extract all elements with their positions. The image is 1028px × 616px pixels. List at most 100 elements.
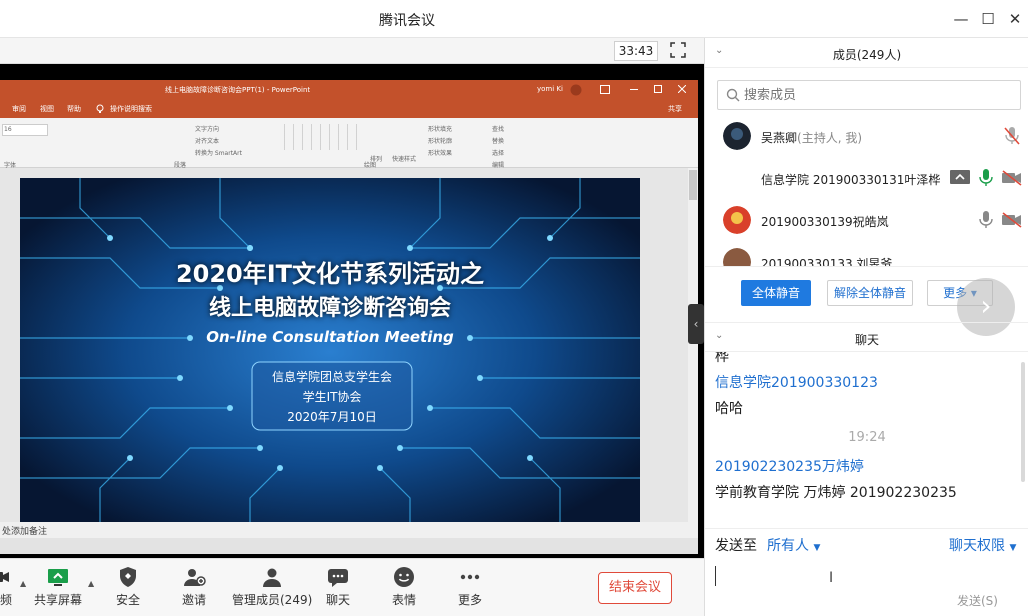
chat-input[interactable]: I 发送(S): [705, 558, 1028, 616]
end-meeting-button[interactable]: 结束会议: [598, 572, 672, 604]
chat-label: 聊天: [326, 593, 351, 607]
mute-all-button[interactable]: 全体静音: [741, 280, 811, 306]
ribbon-smartart: 转换为 SmartArt: [195, 150, 242, 157]
ppt-scroll-thumb[interactable]: [689, 170, 697, 200]
ppt-menu-bar: 审阅 视图 帮助 操作说明搜索 共享: [0, 100, 698, 118]
ppt-status-bar: [0, 538, 698, 554]
minimize-button[interactable]: —: [950, 8, 972, 30]
shapes-gallery: [284, 124, 364, 150]
ppt-share: 共享: [668, 105, 682, 113]
chat-messages: 桦 信息学院201900330123 哈哈 19:24 201902230235…: [705, 352, 1028, 528]
more-label: 更多: [458, 593, 483, 607]
chat-message: 学前教育学院 万炜婷 201902230235: [715, 485, 957, 501]
video-camera-icon: [0, 572, 9, 582]
mic-muted-icon[interactable]: [1003, 126, 1021, 146]
member-name: 吴燕卿: [761, 131, 798, 145]
circuit-background: [20, 178, 640, 526]
smiley-icon: [394, 567, 414, 587]
lightbulb-icon: [96, 104, 104, 113]
chat-send-options: 发送至 所有人 ▼ 聊天权限 ▼: [705, 528, 1028, 558]
camera-off-icon[interactable]: [1001, 170, 1023, 186]
dropdown-arrow-icon: ▼: [813, 543, 821, 553]
send-button[interactable]: 发送(S): [957, 592, 998, 609]
member-row[interactable]: 吴燕卿(主持人, 我): [705, 116, 1028, 158]
member-search-input[interactable]: [744, 86, 1014, 104]
invite-button[interactable]: 邀请: [182, 565, 206, 608]
ppt-notes-area: 处添加备注: [0, 522, 698, 538]
members-header[interactable]: ⌄ 成员(249人): [705, 38, 1028, 68]
video-label: 视频: [0, 593, 13, 607]
collapse-sidebar-handle[interactable]: ‹: [688, 304, 704, 344]
member-role: (主持人, 我): [797, 131, 863, 145]
avatar: [723, 206, 751, 234]
invite-label: 邀请: [182, 593, 207, 607]
unmute-all-button[interactable]: 解除全体静音: [827, 280, 913, 306]
security-button[interactable]: 安全: [116, 565, 140, 608]
member-name: 信息学院 201900330131叶泽桦: [761, 173, 941, 187]
slide-title-line1: 2020年IT文化节系列活动之: [175, 260, 485, 288]
member-name: 201900330133 刘昱爷: [761, 257, 893, 266]
title-bar: 腾讯会议 — ☐ ✕: [0, 0, 1028, 38]
avatar: [723, 122, 751, 150]
share-screen-icon: [48, 569, 68, 586]
ribbon-shape-effects: 形状效果: [428, 150, 453, 157]
meeting-toolbar: 视频 ▲ 共享屏幕 ▲ 安全 邀请 管理成员(249) 聊天 表情: [0, 558, 704, 616]
send-to-target: 所有人: [767, 538, 809, 554]
meeting-info-bar: 33:43: [0, 38, 704, 64]
send-to-dropdown[interactable]: 所有人 ▼: [767, 535, 820, 555]
ppt-menu-tab-partial: 审阅: [12, 105, 26, 113]
member-row[interactable]: 201900330139祝皓岚: [705, 200, 1028, 242]
chat-permissions-dropdown[interactable]: 聊天权限 ▼: [949, 535, 1016, 555]
maximize-button[interactable]: ☐: [977, 8, 999, 30]
ppt-minimize-icon: [630, 89, 638, 90]
ribbon-find: 查找: [492, 126, 505, 133]
ppt-tellme: 操作说明搜索: [110, 105, 152, 113]
member-row[interactable]: 信息学院 201900330131叶泽桦: [705, 158, 1028, 200]
ppt-ribbon: 16 文字方向 对齐文本 转换为 SmartArt 排列 快速样式 形状填充 形…: [0, 118, 698, 169]
ribbon-shape-fill: 形状填充: [428, 126, 453, 133]
avatar: [723, 248, 751, 266]
ribbon-align-text: 对齐文本: [195, 138, 220, 145]
shield-icon: [120, 567, 136, 587]
member-row[interactable]: 201900330133 刘昱爷: [705, 242, 1028, 266]
close-button[interactable]: ✕: [1004, 8, 1026, 30]
slide-date: 2020年7月10日: [287, 410, 377, 424]
chat-button[interactable]: 聊天: [326, 565, 350, 608]
more-button[interactable]: 更多: [458, 565, 482, 608]
screen-share-icon: [950, 170, 970, 184]
video-button[interactable]: 视频: [0, 565, 12, 608]
members-icon: [263, 568, 282, 587]
ppt-menu-help: 帮助: [67, 105, 81, 113]
ribbon-text-direction: 文字方向: [195, 126, 220, 133]
ppt-vertical-scrollbar[interactable]: [688, 168, 698, 522]
video-options-arrow[interactable]: ▲: [20, 579, 26, 588]
ppt-title-bar: 线上电脑故障诊断咨询会PPT(1) - PowerPoint yomi Ki: [0, 80, 698, 100]
fullscreen-icon[interactable]: [670, 42, 686, 58]
ribbon-select: 选择: [492, 150, 505, 157]
ppt-restore-icon: [654, 85, 662, 93]
share-options-arrow[interactable]: ▲: [88, 579, 94, 588]
manage-members-button[interactable]: 管理成员(249): [232, 565, 312, 608]
member-search-box[interactable]: [717, 80, 1021, 110]
ribbon-replace: 替换: [492, 138, 505, 145]
ppt-user-name: yomi Ki: [537, 85, 563, 93]
text-caret: [715, 566, 716, 586]
reactions-button[interactable]: 表情: [392, 565, 416, 608]
ppt-close-icon: [678, 85, 686, 93]
powerpoint-window: 线上电脑故障诊断咨询会PPT(1) - PowerPoint yomi Ki 审…: [0, 80, 698, 554]
send-to-label: 发送至: [715, 538, 757, 554]
chat-header[interactable]: ⌄ 聊天: [705, 322, 1028, 352]
camera-off-icon[interactable]: [1001, 212, 1023, 228]
chat-permissions-label: 聊天权限: [949, 538, 1005, 554]
slide-title-line2: 线上电脑故障诊断咨询会: [208, 296, 451, 321]
chat-scrollbar[interactable]: [1021, 362, 1025, 482]
font-size-value: 16: [4, 126, 12, 133]
chat-message: 哈哈: [715, 401, 743, 417]
mic-icon[interactable]: [977, 210, 995, 230]
ppt-window-title: 线上电脑故障诊断咨询会PPT(1) - PowerPoint: [165, 86, 311, 94]
ribbon-quick-styles: 快速样式: [392, 156, 417, 163]
mic-active-icon[interactable]: [977, 168, 995, 188]
tencent-meeting-app: 腾讯会议 — ☐ ✕ 33:43 线上电脑故障诊断咨询会PPT(1) - Pow…: [0, 0, 1028, 616]
more-dots-icon: [460, 574, 480, 580]
share-screen-button[interactable]: 共享屏幕: [34, 565, 82, 608]
